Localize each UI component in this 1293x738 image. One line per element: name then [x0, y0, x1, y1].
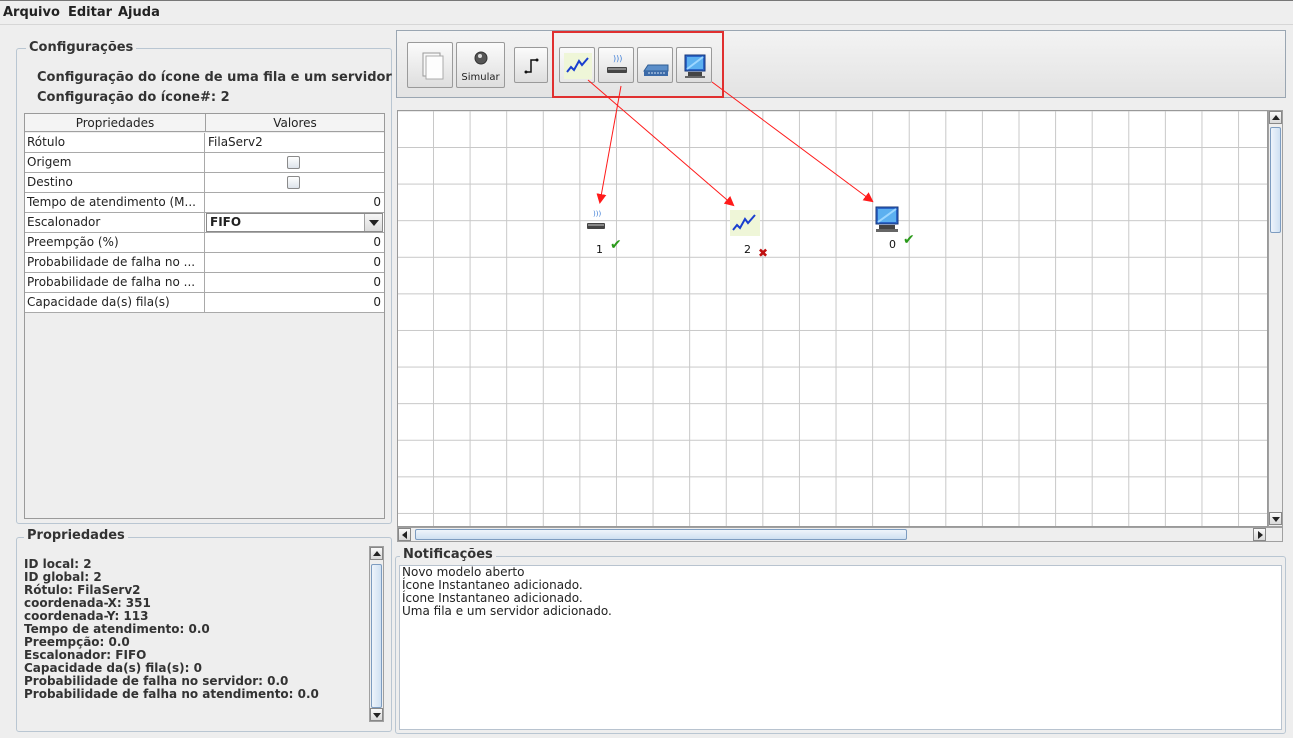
notifications-log[interactable]: Novo modelo aberto Ícone Instantaneo adi…: [399, 565, 1282, 730]
arrow-line: [587, 79, 735, 207]
scroll-thumb[interactable]: [1270, 127, 1281, 233]
notifications-title: Notificações: [400, 547, 496, 562]
scroll-thumb[interactable]: [415, 529, 907, 540]
scroll-up-button[interactable]: [1269, 111, 1282, 124]
canvas-vertical-scrollbar[interactable]: [1268, 110, 1283, 527]
scroll-left-button[interactable]: [398, 528, 411, 541]
notification-line: Uma fila e um servidor adicionado.: [402, 604, 612, 618]
arrow-line: [711, 81, 874, 203]
canvas-horizontal-scrollbar[interactable]: [397, 527, 1283, 542]
scroll-right-button[interactable]: [1253, 528, 1266, 541]
arrow-line: [596, 85, 622, 204]
scroll-down-button[interactable]: [1269, 512, 1282, 525]
